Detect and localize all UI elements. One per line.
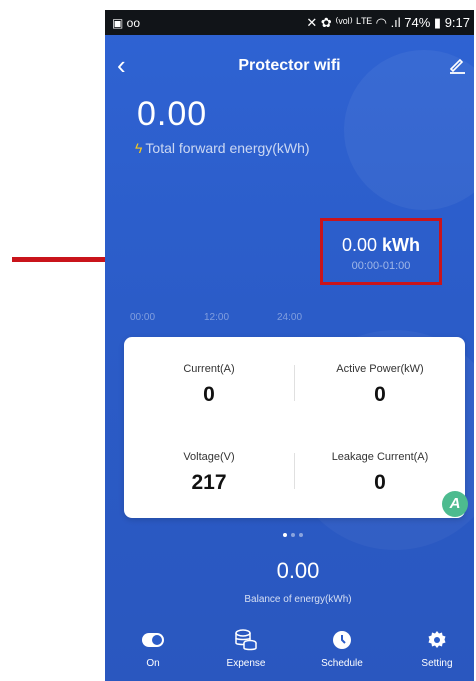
voltage-value: 217 — [191, 471, 227, 494]
current-label: Current(A) — [183, 363, 235, 375]
page-dot — [291, 533, 295, 537]
nav-bar: ‹ Protector wifi — [105, 50, 474, 80]
toggle-icon — [142, 633, 164, 647]
tab-expense-label: Expense — [226, 658, 266, 669]
total-energy-label: ϟ Total forward energy(kWh) — [135, 140, 310, 156]
active-power-metric: Active Power(kW) 0 — [295, 363, 465, 407]
tab-on-label: On — [146, 658, 160, 669]
edit-pencil-icon[interactable] — [448, 56, 466, 74]
voltage-label: Voltage(V) — [183, 451, 235, 463]
highlight-box: 0.00 kWh 00:00-01:00 — [320, 218, 442, 285]
status-bar: ▣ ᴏᴏ ✕ ✿ ⁽ᵛᵒˡ⁾ ᴸᵀᴱ ◠ .ıl 74% ▮ 9:17 — [105, 10, 474, 35]
active-power-value: 0 — [374, 383, 386, 406]
page-dot — [283, 533, 287, 537]
page-indicator — [283, 524, 307, 542]
divider — [294, 365, 295, 401]
status-notification-icons: ▣ ᴏᴏ — [112, 16, 141, 30]
voltage-metric: Voltage(V) 217 — [124, 451, 294, 495]
tab-setting[interactable]: Setting — [402, 628, 472, 669]
active-power-label: Active Power(kW) — [336, 363, 424, 375]
coins-icon — [235, 629, 257, 651]
current-metric: Current(A) 0 — [124, 363, 294, 407]
tab-schedule-label: Schedule — [321, 658, 363, 669]
metrics-card[interactable]: Current(A) 0 Active Power(kW) 0 Voltage(… — [124, 337, 468, 518]
total-energy-value: 0.00 — [137, 95, 208, 133]
tab-expense[interactable]: Expense — [211, 628, 281, 669]
time-tick: 24:00 — [277, 312, 303, 323]
tab-on[interactable]: On — [118, 628, 188, 669]
divider — [294, 453, 295, 489]
tab-setting-label: Setting — [421, 658, 453, 669]
balance-value: 0.00 — [276, 558, 320, 583]
page-title: Protector wifi — [238, 57, 341, 74]
hourly-energy-unit: kWh — [382, 235, 421, 255]
page-dot — [299, 533, 303, 537]
tab-schedule[interactable]: Schedule — [307, 628, 377, 669]
balance-label: Balance of energy(kWh) — [244, 594, 352, 605]
hourly-energy[interactable]: 0.00 kWh — [323, 235, 439, 256]
leakage-metric: Leakage Current(A) 0 — [295, 451, 465, 495]
time-tick: 12:00 — [204, 312, 230, 323]
current-value: 0 — [203, 383, 215, 406]
hourly-time-range: 00:00-01:00 — [351, 260, 411, 272]
time-tick: 00:00 — [130, 312, 156, 323]
lightning-bolt-icon: ϟ — [135, 140, 143, 156]
leakage-label: Leakage Current(A) — [331, 451, 429, 463]
leakage-value: 0 — [374, 471, 386, 494]
clock-icon — [333, 631, 351, 649]
gear-icon — [428, 631, 446, 648]
total-energy-caption: Total forward energy(kWh) — [145, 140, 310, 156]
status-indicators: ✕ ✿ ⁽ᵛᵒˡ⁾ ᴸᵀᴱ ◠ .ıl 74% ▮ 9:17 — [306, 15, 470, 30]
hourly-energy-value: 0.00 — [341, 235, 378, 255]
assistant-badge[interactable]: A — [442, 491, 468, 517]
